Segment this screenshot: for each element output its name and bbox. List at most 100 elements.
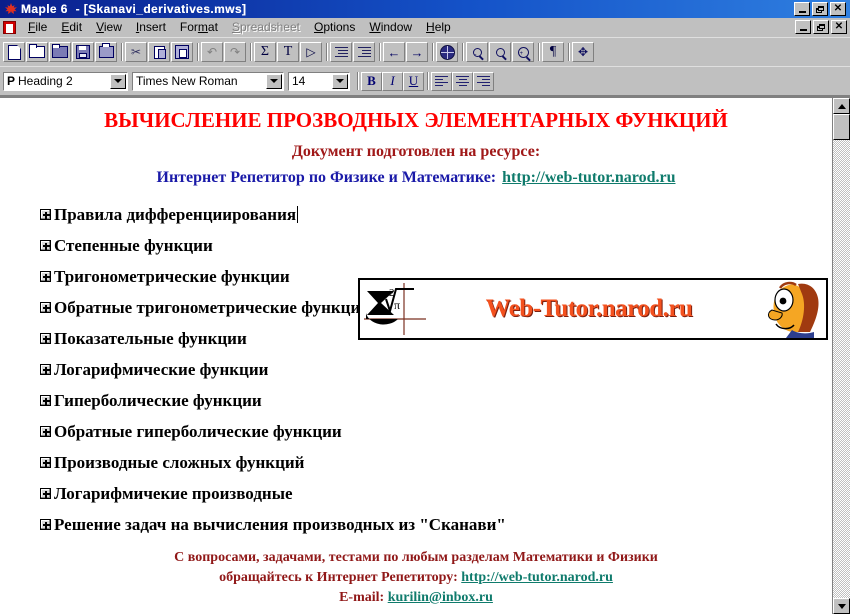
mdi-restore-button[interactable] (813, 20, 829, 34)
footer-email-link[interactable]: kurilin@inbox.ru (388, 590, 493, 605)
forward-button[interactable]: → (406, 42, 428, 62)
chevron-down-icon[interactable] (266, 73, 282, 89)
font-size-combo[interactable]: 14 (288, 71, 350, 91)
list-item[interactable]: Решение задач на вычисления производных … (40, 509, 832, 540)
list-item[interactable]: Обратные гиперболические функции (40, 416, 832, 447)
list-item[interactable]: Логарифмические функции (40, 354, 832, 385)
bold-button[interactable]: B (361, 71, 382, 91)
menu-item-help[interactable]: Help (419, 19, 458, 35)
scroll-up-button[interactable] (833, 98, 850, 114)
scroll-down-button[interactable] (833, 598, 850, 614)
text-input-icon: T (283, 44, 293, 59)
format-separator (354, 71, 361, 91)
underline-button[interactable]: U (403, 71, 424, 91)
chevron-down-icon[interactable] (332, 73, 348, 89)
section-label: Показательные функции (54, 328, 247, 348)
toolbar-separator (323, 42, 330, 62)
execute-button[interactable]: ▷ (300, 42, 322, 62)
paragraph-style-combo[interactable]: P Heading 2 (3, 71, 128, 91)
menu-item-options[interactable]: Options (307, 19, 362, 35)
open-url-button[interactable] (49, 42, 71, 62)
worksheet-page[interactable]: ВЫЧИСЛЕНИЕ ПРОЗВОДНЫХ ЭЛЕМЕНТАРНЫХ ФУНКЦ… (0, 98, 832, 614)
open-folder-icon (29, 44, 45, 58)
expand-plus-icon[interactable] (40, 271, 51, 282)
scrollbar-thumb[interactable] (833, 114, 850, 140)
expand-plus-icon[interactable] (40, 519, 51, 530)
web-tutor-banner[interactable]: 2 π Web-Tutor.narod.ru (358, 278, 828, 340)
menu-item-window[interactable]: Window (362, 19, 419, 35)
footer-website-link[interactable]: http://web-tutor.narod.ru (461, 570, 613, 585)
expand-plus-icon[interactable] (40, 426, 51, 437)
print-icon (98, 43, 114, 58)
expand-plus-icon[interactable] (40, 395, 51, 406)
list-item[interactable]: Правила дифференциирования (40, 199, 832, 230)
list-item[interactable]: Степенные функции (40, 230, 832, 261)
minimize-icon (799, 28, 807, 31)
section-label: Степенные функции (54, 235, 213, 255)
expand-plus-icon[interactable] (40, 209, 51, 220)
mdi-minimize-button[interactable] (795, 20, 811, 34)
list-item[interactable]: Логарифмичекие производные (40, 478, 832, 509)
text-input-button[interactable]: T (277, 42, 299, 62)
zoom-out-button[interactable]: - (466, 42, 488, 62)
menu-item-insert[interactable]: Insert (129, 19, 173, 35)
zoom-normal-button[interactable] (489, 42, 511, 62)
chevron-down-icon[interactable] (110, 73, 126, 89)
section-label: Обратные гиперболические функции (54, 421, 342, 441)
expand-plus-icon[interactable] (40, 302, 51, 313)
execute-icon: ▷ (306, 45, 316, 59)
print-button[interactable] (95, 42, 117, 62)
back-button[interactable]: ← (383, 42, 405, 62)
list-item[interactable]: Производные сложных функций (40, 447, 832, 478)
new-document-icon (7, 44, 21, 60)
section-label: Производные сложных функций (54, 452, 305, 472)
menu-item-format[interactable]: Format (173, 19, 225, 35)
vertical-scrollbar[interactable] (832, 98, 850, 614)
copy-button[interactable] (148, 42, 170, 62)
expand-plus-icon[interactable] (40, 333, 51, 344)
align-center-button[interactable] (452, 71, 473, 91)
document-control-icon[interactable] (2, 20, 17, 35)
scrollbar-track[interactable] (833, 140, 850, 598)
paste-button[interactable] (171, 42, 193, 62)
expand-plus-icon[interactable] (40, 240, 51, 251)
email-label: E-mail: (339, 590, 385, 605)
hyperlink-button[interactable] (436, 42, 458, 62)
toolbar-separator (376, 42, 383, 62)
chevron-down-icon (837, 603, 846, 609)
minimize-icon (798, 10, 806, 13)
zoom-in-button[interactable]: + (512, 42, 534, 62)
resource-link[interactable]: http://web-tutor.narod.ru (502, 169, 675, 186)
menu-item-view[interactable]: View (89, 19, 129, 35)
section-label: Гиперболические функции (54, 390, 262, 410)
close-icon: ✕ (833, 3, 843, 14)
math-input-button[interactable]: Σ (254, 42, 276, 62)
window-title: Maple 6 - [Skanavi_derivatives.mws] (21, 2, 246, 16)
expand-plus-icon[interactable] (40, 364, 51, 375)
list-item[interactable]: Гиперболические функции (40, 385, 832, 416)
open-button[interactable] (26, 42, 48, 62)
show-nonprinting-button[interactable]: ¶ (542, 42, 564, 62)
expand-plus-icon[interactable] (40, 457, 51, 468)
app-restore-button[interactable] (812, 2, 828, 16)
new-document-button[interactable] (3, 42, 25, 62)
redo-button[interactable]: ↷ (224, 42, 246, 62)
menu-item-edit[interactable]: Edit (54, 19, 89, 35)
indent-button[interactable] (353, 42, 375, 62)
italic-button[interactable]: I (382, 71, 403, 91)
font-size-value: 14 (292, 74, 306, 88)
app-minimize-button[interactable] (794, 2, 810, 16)
app-close-button[interactable]: ✕ (830, 2, 846, 16)
align-right-button[interactable] (473, 71, 494, 91)
outdent-button[interactable] (330, 42, 352, 62)
expand-plus-icon[interactable] (40, 488, 51, 499)
save-button[interactable] (72, 42, 94, 62)
undo-button[interactable]: ↶ (201, 42, 223, 62)
move-button[interactable]: ✥ (572, 42, 594, 62)
font-family-combo[interactable]: Times New Roman (132, 71, 284, 91)
cut-button[interactable]: ✂ (125, 42, 147, 62)
mdi-close-button[interactable]: ✕ (831, 20, 847, 34)
menu-item-file[interactable]: FFileile (21, 19, 54, 35)
align-left-button[interactable] (431, 71, 452, 91)
document-subtitle: Документ подготовлен на ресурсе: (291, 143, 541, 160)
